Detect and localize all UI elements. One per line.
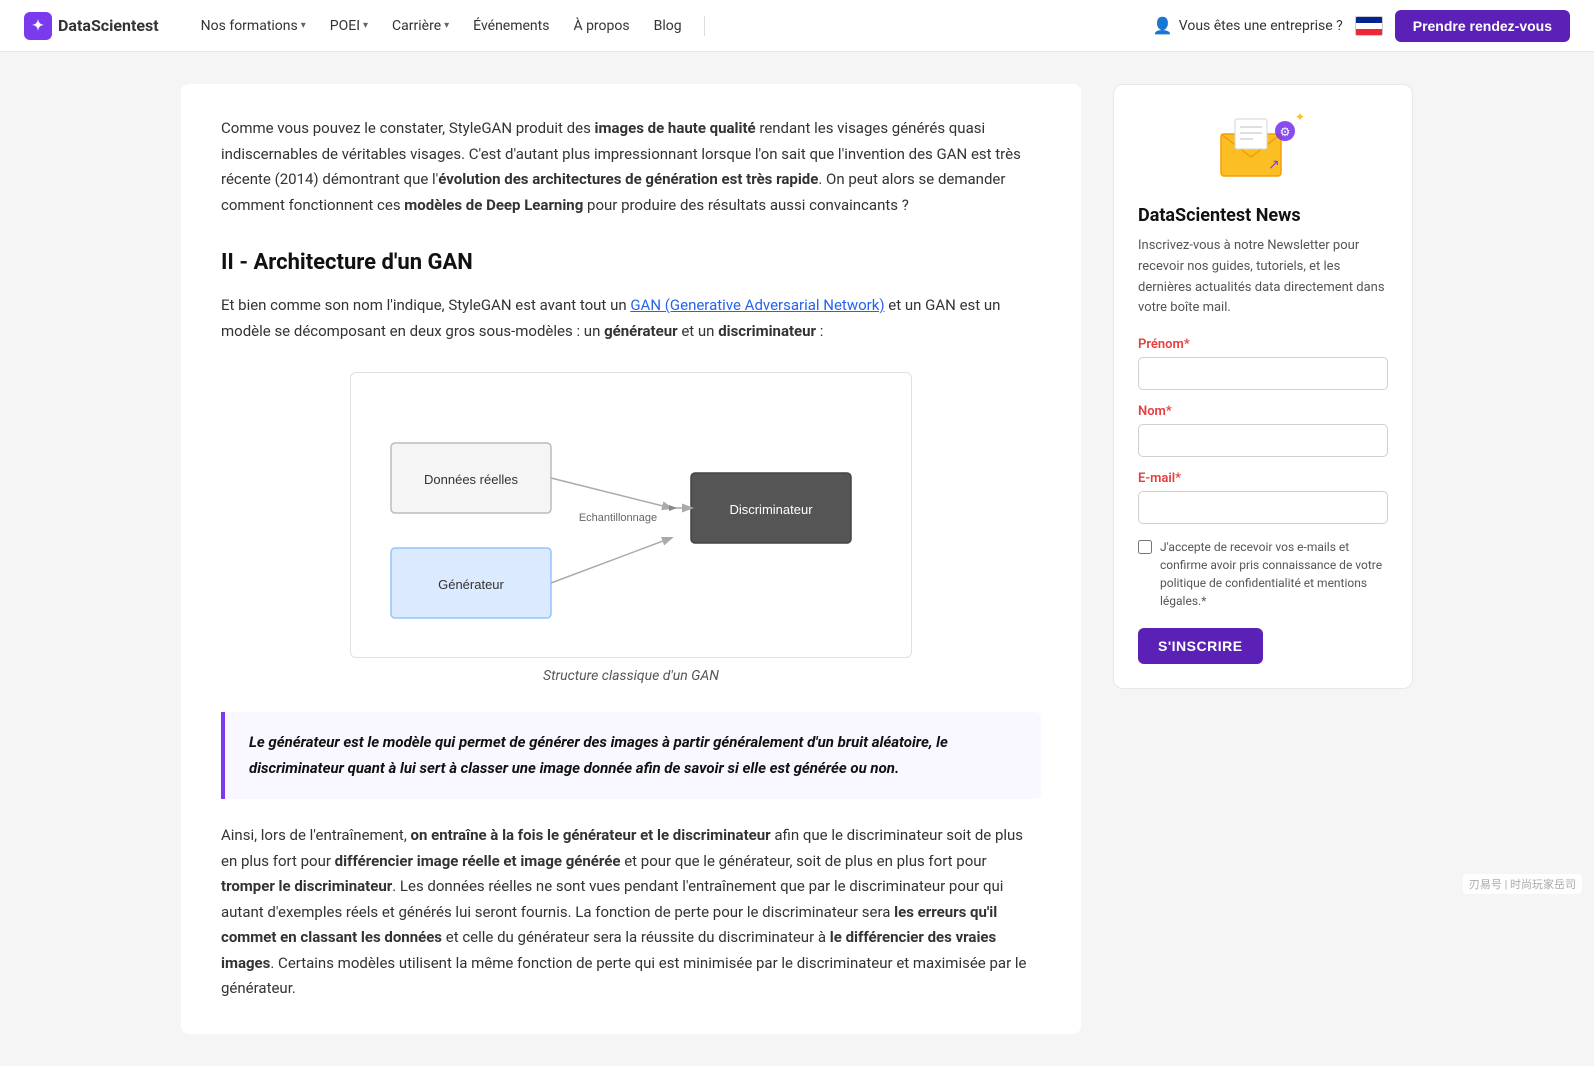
- svg-text:Discriminateur: Discriminateur: [729, 502, 813, 517]
- logo[interactable]: ✦ DataScientest: [24, 12, 159, 40]
- nav-right: 👤 Vous êtes une entreprise ? Prendre ren…: [1153, 10, 1570, 42]
- email-group: E-mail*: [1138, 471, 1388, 524]
- highlight-blockquote: Le générateur est le modèle qui permet d…: [221, 712, 1041, 799]
- svg-text:✦: ✦: [1295, 110, 1305, 124]
- logo-text: DataScientest: [58, 16, 159, 35]
- sidebar-desc: Inscrivez-vous à notre Newsletter pour r…: [1138, 236, 1388, 319]
- nav-links: Nos formations ▾ POEI ▾ Carrière ▾ Événe…: [191, 12, 1153, 40]
- email-input[interactable]: [1138, 491, 1388, 524]
- chevron-down-icon: ▾: [301, 20, 306, 31]
- sidebar-illustration: ⚙ ✦ ↗: [1138, 109, 1388, 189]
- nav-link-blog[interactable]: Blog: [644, 12, 692, 40]
- blockquote-text: Le générateur est le modèle qui permet d…: [249, 730, 1017, 781]
- consent-group: J'accepte de recevoir vos e-mails et con…: [1138, 538, 1388, 610]
- nav-link-poei[interactable]: POEI ▾: [320, 12, 378, 40]
- sidebar-title: DataScientest News: [1138, 205, 1388, 226]
- logo-icon: ✦: [24, 12, 52, 40]
- nav-link-apropos[interactable]: À propos: [563, 12, 639, 40]
- diagram-svg: Données réelles Générateur Discriminateu…: [350, 372, 912, 658]
- svg-text:⚙: ⚙: [1280, 125, 1291, 139]
- sidebar: ⚙ ✦ ↗ DataScientest News Inscrivez-vous …: [1113, 84, 1413, 1034]
- chevron-down-icon: ▾: [363, 20, 368, 31]
- page-layout: Comme vous pouvez le constater, StyleGAN…: [157, 52, 1437, 1066]
- watermark: 刃易号 | 时尚玩家岳司: [1463, 874, 1582, 894]
- sidebar-card: ⚙ ✦ ↗ DataScientest News Inscrivez-vous …: [1113, 84, 1413, 689]
- closing-paragraph: Ainsi, lors de l'entraînement, on entraî…: [221, 823, 1041, 1002]
- prenom-label: Prénom*: [1138, 337, 1388, 352]
- diagram-container: Données réelles Générateur Discriminateu…: [221, 372, 1041, 684]
- main-content: Comme vous pouvez le constater, StyleGAN…: [181, 84, 1081, 1034]
- svg-text:Echantillonnage: Echantillonnage: [579, 512, 657, 524]
- cta-button[interactable]: Prendre rendez-vous: [1395, 10, 1570, 42]
- subscribe-button[interactable]: S'INSCRIRE: [1138, 628, 1263, 664]
- nav-link-evenements[interactable]: Événements: [463, 12, 559, 40]
- chevron-down-icon: ▾: [444, 20, 449, 31]
- svg-text:Générateur: Générateur: [438, 577, 504, 592]
- newsletter-form: Prénom* Nom* E-mail*: [1138, 337, 1388, 664]
- diagram-caption: Structure classique d'un GAN: [543, 668, 719, 684]
- consent-checkbox[interactable]: [1138, 540, 1152, 554]
- section-2-title: II - Architecture d'un GAN: [221, 250, 1041, 275]
- svg-text:↗: ↗: [1268, 157, 1280, 173]
- nom-group: Nom*: [1138, 404, 1388, 457]
- nav-link-formations[interactable]: Nos formations ▾: [191, 12, 316, 40]
- section-2-intro: Et bien comme son nom l'indique, StyleGA…: [221, 293, 1041, 344]
- consent-label: J'accepte de recevoir vos e-mails et con…: [1160, 538, 1388, 610]
- prenom-input[interactable]: [1138, 357, 1388, 390]
- svg-text:Données réelles: Données réelles: [424, 472, 518, 487]
- nav-separator: [704, 16, 705, 36]
- enterprise-link[interactable]: 👤 Vous êtes une entreprise ?: [1153, 16, 1343, 35]
- prenom-group: Prénom*: [1138, 337, 1388, 390]
- gan-link[interactable]: GAN (Generative Adversarial Network): [630, 296, 884, 314]
- navbar: ✦ DataScientest Nos formations ▾ POEI ▾ …: [0, 0, 1594, 52]
- nav-link-carriere[interactable]: Carrière ▾: [382, 12, 459, 40]
- enterprise-icon: 👤: [1153, 16, 1173, 35]
- nom-input[interactable]: [1138, 424, 1388, 457]
- language-flag[interactable]: [1355, 16, 1383, 36]
- nom-label: Nom*: [1138, 404, 1388, 419]
- intro-paragraph: Comme vous pouvez le constater, StyleGAN…: [221, 116, 1041, 218]
- email-label: E-mail*: [1138, 471, 1388, 486]
